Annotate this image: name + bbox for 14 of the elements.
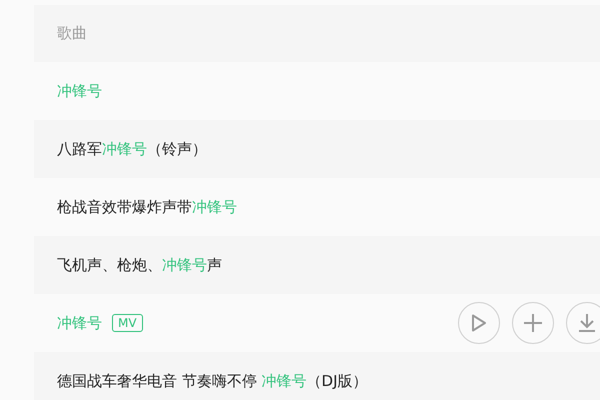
column-header: 歌曲 <box>57 23 87 44</box>
play-icon <box>471 314 487 332</box>
song-title[interactable]: 枪战音效带爆炸声带冲锋号 <box>57 196 237 218</box>
song-row[interactable]: 德国战车奢华电音 节奏嗨不停 冲锋号（DJ版） <box>34 352 600 400</box>
song-row[interactable]: 飞机声、枪炮、冲锋号声 <box>34 236 600 294</box>
add-button[interactable] <box>512 302 554 344</box>
song-row[interactable]: 八路军冲锋号（铃声） <box>34 120 600 178</box>
play-button[interactable] <box>458 302 500 344</box>
song-title[interactable]: 八路军冲锋号（铃声） <box>57 138 207 160</box>
song-title[interactable]: 飞机声、枪炮、冲锋号声 <box>57 254 222 276</box>
plus-icon <box>523 313 543 333</box>
song-title[interactable]: 德国战车奢华电音 节奏嗨不停 冲锋号（DJ版） <box>57 370 368 392</box>
download-icon <box>577 313 597 333</box>
download-button[interactable] <box>566 302 600 344</box>
